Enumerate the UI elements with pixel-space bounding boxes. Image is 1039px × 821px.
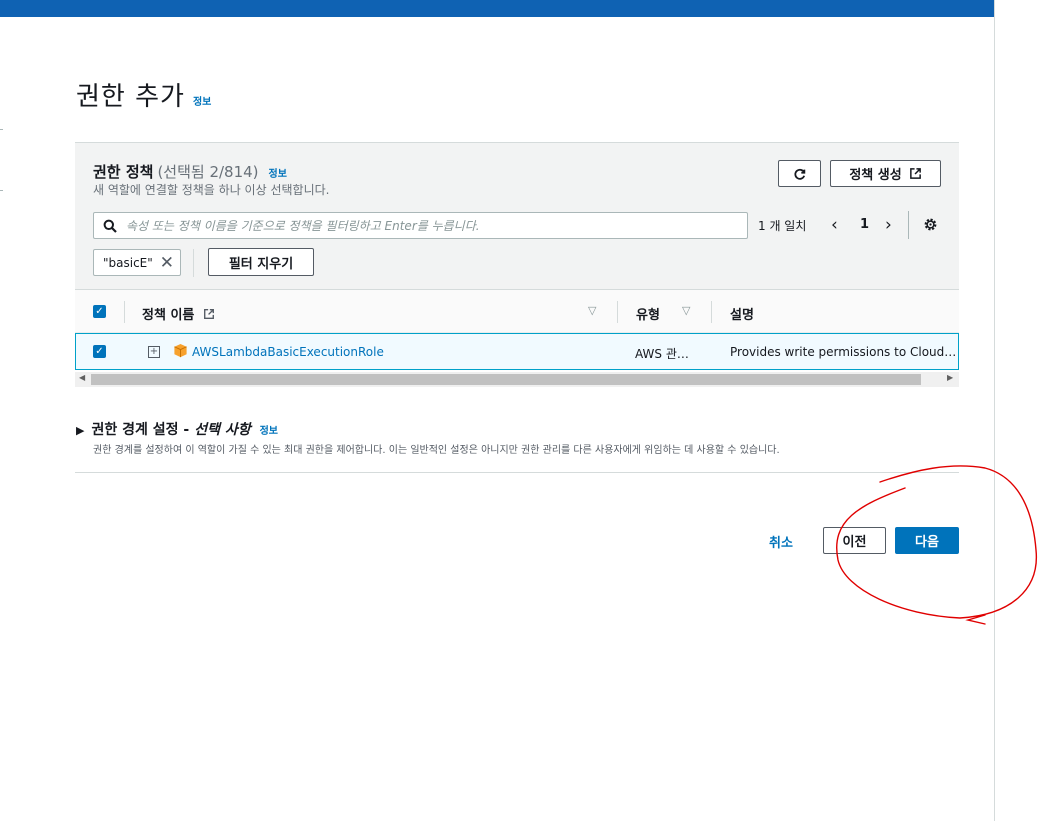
select-all-checkbox[interactable]: ✓ [93,305,106,318]
token-divider [193,249,194,277]
column-label: 정책 이름 [142,308,195,323]
previous-button[interactable]: 이전 [823,527,886,554]
sort-icon[interactable]: ▽ [682,304,690,317]
settings-button[interactable] [923,217,938,236]
filter-token: "basicE" ✕ [93,249,181,276]
scroll-left-arrow[interactable]: ◀ [79,373,85,382]
column-divider [617,301,618,323]
column-header-policy-name[interactable]: 정책 이름 [142,304,215,323]
column-divider [124,301,125,323]
row-checkbox[interactable]: ✓ [93,345,106,358]
search-icon [103,219,117,233]
column-header-description[interactable]: 설명 [730,304,754,323]
next-button[interactable]: 다음 [895,527,959,554]
create-policy-label: 정책 생성 [849,168,902,183]
permissions-policies-panel: 권한 정책 (선택됨 2/814) 정보 새 역할에 연결할 정책을 하나 이상 선… [75,142,959,388]
search-input[interactable] [124,214,734,237]
scrollbar-thumb[interactable] [91,374,921,385]
right-edge-divider [994,0,995,821]
filter-token-text: "basicE" [103,255,153,270]
clear-filters-button[interactable]: 필터 지우기 [208,248,314,276]
pager-divider [908,211,909,239]
external-link-icon [909,168,921,179]
panel-info-link[interactable]: 정보 [269,169,287,180]
table-row[interactable]: ✓ + AWSLambdaBasicExecutionRole AWS 관… P… [75,333,959,370]
policy-box-icon [174,343,187,358]
panel-description: 새 역할에 연결할 정책을 하나 이상 선택합니다. [93,183,330,197]
top-header-bar [0,0,995,17]
match-count: 1 개 일치 [758,219,807,233]
chevron-right-icon[interactable]: › [885,215,892,235]
policy-description: Provides write permissions to CloudWa… [730,345,958,359]
page-header: 권한 추가 정보 [76,76,211,113]
refresh-icon [793,168,805,180]
panel-title-text: 권한 정책 [93,163,154,181]
chevron-left-icon[interactable]: ‹ [831,215,838,235]
scroll-right-arrow[interactable]: ▶ [947,373,953,382]
page-title: 권한 추가 [76,82,185,112]
boundary-optional-label: 선택 사항 [194,422,251,438]
column-header-type[interactable]: 유형 [636,304,660,323]
policy-name-link[interactable]: AWSLambdaBasicExecutionRole [192,345,384,359]
panel-title: 권한 정책 (선택됨 2/814) 정보 [93,161,287,182]
left-edge-tick [0,129,3,130]
policy-type: AWS 관… [635,347,689,361]
permissions-boundary-section: ▶ 권한 경계 설정 - 선택 사항 정보 권한 경계를 설정하여 이 역할이 가… [76,419,780,456]
boundary-info-link[interactable]: 정보 [260,422,278,437]
triangle-right-icon: ▶ [76,424,85,437]
left-edge-tick [0,190,3,191]
refresh-button[interactable] [778,160,821,187]
gear-icon [924,218,937,231]
table-header: ✓ 정책 이름 ▽ 유형 ▽ 설명 [75,289,959,333]
boundary-title: 권한 경계 설정 - [91,422,190,438]
sort-icon[interactable]: ▽ [588,304,596,317]
policy-search-field[interactable] [93,212,748,239]
cancel-button[interactable]: 취소 [769,532,793,551]
external-link-icon [203,309,214,319]
page-info-link[interactable]: 정보 [193,93,211,108]
selection-count: (선택됨 2/814) [157,163,259,181]
current-page-number[interactable]: 1 [860,217,869,232]
horizontal-scrollbar[interactable]: ◀ ▶ [75,372,959,387]
hand-drawn-circle-annotation [836,465,1037,625]
boundary-description: 권한 경계를 설정하여 이 역할이 가질 수 있는 최대 권한을 제어합니다. … [93,445,780,456]
create-policy-button[interactable]: 정책 생성 [830,160,941,187]
boundary-toggle[interactable]: ▶ 권한 경계 설정 - 선택 사항 정보 [76,419,278,439]
close-icon[interactable]: ✕ [160,253,174,273]
panel-header: 권한 정책 (선택됨 2/814) 정보 새 역할에 연결할 정책을 하나 이상 선… [75,143,959,289]
column-divider [711,301,712,323]
section-divider [75,472,959,473]
expand-icon[interactable]: + [148,346,160,358]
